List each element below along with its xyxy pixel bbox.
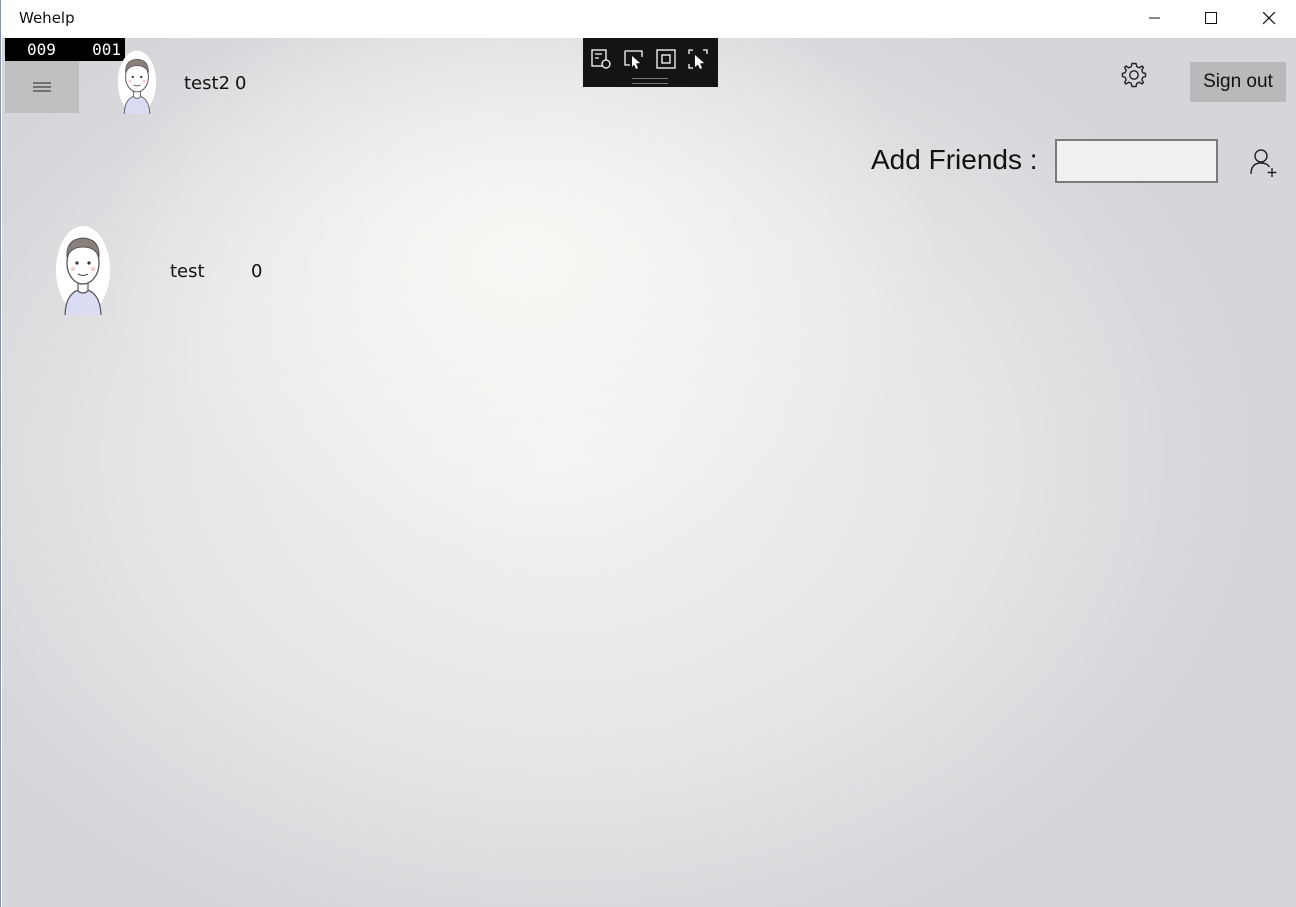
current-user-avatar[interactable]	[117, 50, 157, 114]
menu-button[interactable]	[5, 61, 79, 113]
friend-avatar[interactable]	[55, 225, 111, 315]
add-friends-label: Add Friends :	[871, 144, 1038, 175]
frame-counter: 009 001	[5, 38, 125, 61]
gear-icon[interactable]	[1120, 61, 1148, 89]
track-focused-element-button[interactable]	[686, 47, 710, 71]
app-window: Wehelp 009 001 test2 0 Sign out Add Frie…	[0, 0, 1296, 907]
maximize-button[interactable]	[1183, 0, 1239, 36]
toolbar-drag-handle[interactable]	[632, 78, 668, 84]
minimize-button[interactable]	[1127, 0, 1183, 36]
friend-name[interactable]: test	[170, 261, 205, 282]
window-title: Wehelp	[19, 9, 75, 27]
select-element-button[interactable]	[622, 47, 646, 71]
track-focused-element-icon	[688, 49, 708, 69]
display-layout-adorners-icon	[656, 49, 676, 69]
live-visual-tree-button[interactable]	[589, 47, 613, 71]
add-user-icon[interactable]	[1248, 147, 1280, 179]
minimize-icon	[1149, 17, 1160, 19]
debug-toolbar	[583, 38, 718, 87]
friend-count: 0	[251, 261, 263, 282]
counter-left: 009	[27, 40, 56, 59]
maximize-icon	[1204, 11, 1217, 24]
hamburger-icon	[33, 82, 51, 92]
close-icon	[1262, 11, 1275, 24]
title-bar: Wehelp	[1, 0, 1296, 38]
live-visual-tree-icon	[591, 49, 611, 69]
select-element-icon	[624, 50, 643, 69]
add-friend-input[interactable]	[1055, 139, 1218, 183]
current-user-count: 0	[235, 73, 247, 94]
main-content: 009 001 test2 0 Sign out Add Friends: t…	[2, 38, 1296, 907]
display-layout-adorners-button[interactable]	[654, 47, 678, 71]
close-button[interactable]	[1241, 0, 1296, 36]
current-user-name: test2	[184, 73, 231, 94]
sign-out-button[interactable]: Sign out	[1190, 62, 1286, 102]
